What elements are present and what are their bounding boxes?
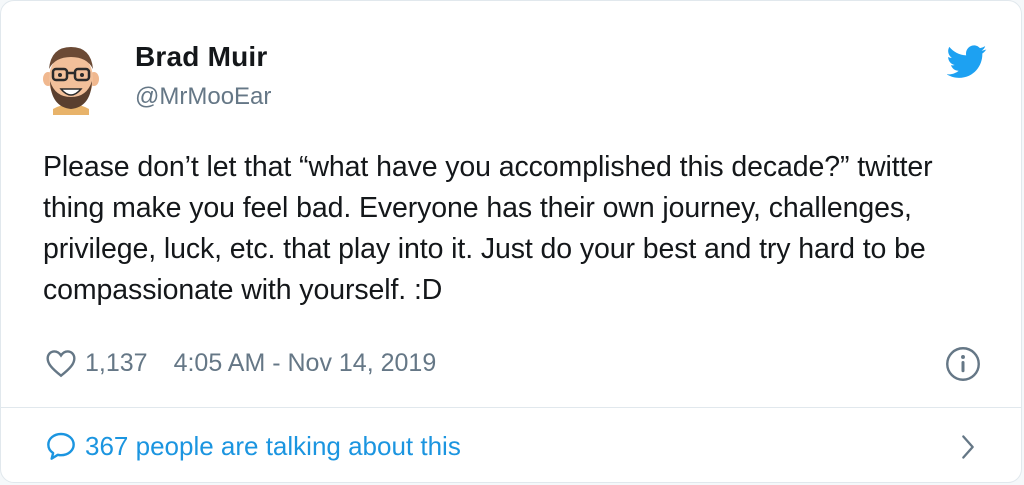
conversation-text[interactable]: 367 people are talking about this [85,431,461,462]
speech-bubble-icon [47,432,75,460]
conversation-link[interactable]: 367 people are talking about this [45,427,461,465]
author-name[interactable]: Brad Muir [135,41,267,73]
heart-icon[interactable] [45,348,77,378]
timestamp[interactable]: 4:05 AM - Nov 14, 2019 [174,349,437,378]
twitter-bird-icon[interactable] [947,45,987,79]
divider [1,407,1021,408]
info-icon[interactable] [945,346,981,382]
like-count[interactable]: 1,137 [85,349,148,378]
tweet-text: Please don’t let that “what have you acc… [43,151,941,306]
chevron-right-icon[interactable] [957,433,979,461]
avatar[interactable] [39,39,103,115]
embedded-tweet-card: Brad Muir @MrMooEar Please don’t let tha… [0,0,1022,483]
tweet-meta: 1,137 4:05 AM - Nov 14, 2019 [45,345,436,381]
author-handle[interactable]: @MrMooEar [135,83,271,111]
